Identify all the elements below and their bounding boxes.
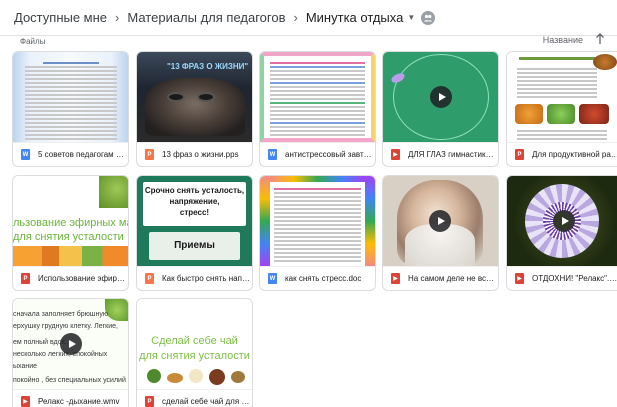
file-caption: P сделай себе чай для сн...: [137, 389, 252, 407]
file-name: Релакс -дыхание.wmv: [38, 397, 120, 406]
caret-down-icon[interactable]: ▼: [407, 13, 415, 22]
thumbnail-title: напряжение,: [169, 197, 220, 206]
file-caption: ▶ ОТДОХНИ! "Релакс".mpg: [507, 266, 617, 290]
file-name: Для продуктивной работ...: [532, 150, 617, 159]
file-thumbnail: сначала заполняет брюшную ерхушку грудну…: [13, 299, 128, 389]
file-card[interactable]: W антистрессовый завтрак...: [259, 51, 376, 167]
file-card[interactable]: W как снять стресс.doc: [259, 175, 376, 291]
thumbnail-title: Сделай себе чай: [151, 335, 238, 347]
word-doc-icon: W: [268, 149, 277, 160]
video-file-icon: ▶: [515, 273, 524, 284]
thumbnail-title: льзование эфирных масел: [13, 217, 128, 229]
file-thumbnail: [260, 176, 375, 266]
file-thumbnail: Сделай себе чай для снятия усталости: [137, 299, 252, 389]
file-caption: ▶ ДЛЯ ГЛАЗ гимнастика по...: [383, 142, 498, 166]
breadcrumb: Доступные мне › Материалы для педагогов …: [0, 0, 617, 36]
thumbnail-text: ыхание: [13, 363, 38, 370]
sort-arrow-icon[interactable]: [595, 33, 605, 45]
video-file-icon: ▶: [391, 273, 400, 284]
thumbnail-title: стресс!: [179, 208, 210, 217]
thumbnail-subtitle: для снятия усталости: [13, 231, 124, 243]
file-caption: W 5 советов педагогам по у...: [13, 142, 128, 166]
file-thumbnail: [260, 52, 375, 142]
thumbnail-text: несколько легких, спокойных: [13, 351, 108, 358]
thumbnail-subtitle: для снятия усталости: [139, 350, 250, 362]
video-file-icon: ▶: [391, 149, 400, 160]
word-doc-icon: W: [21, 149, 30, 160]
file-card[interactable]: W 5 советов педагогам по у...: [12, 51, 129, 167]
word-doc-icon: W: [268, 273, 277, 284]
file-card[interactable]: "13 ФРАЗ О ЖИЗНИ" P 13 фраз о жизни.pps: [136, 51, 253, 167]
file-name: антистрессовый завтрак...: [285, 150, 375, 159]
file-card[interactable]: P Для продуктивной работ...: [506, 51, 617, 167]
file-name: ОТДОХНИ! "Релакс".mpg: [532, 274, 617, 283]
file-thumbnail: [507, 176, 617, 266]
sort-by-button[interactable]: Название: [543, 35, 583, 45]
file-card[interactable]: ▶ ДЛЯ ГЛАЗ гимнастика по...: [382, 51, 499, 167]
thumbnail-text: ерхушку грудную клетку. Легкие,: [13, 323, 118, 330]
breadcrumb-parent[interactable]: Материалы для педагогов: [127, 10, 285, 25]
file-caption: ▶ Релакс -дыхание.wmv: [13, 389, 128, 407]
breadcrumb-current[interactable]: Минутка отдыха: [306, 10, 404, 25]
breadcrumb-root[interactable]: Доступные мне: [14, 10, 107, 25]
file-name: сделай себе чай для сн...: [162, 397, 252, 406]
file-name: 13 фраз о жизни.pps: [162, 150, 239, 159]
file-caption: P 13 фраз о жизни.pps: [137, 142, 252, 166]
file-thumbnail: [383, 52, 498, 142]
pdf-file-icon: P: [21, 273, 30, 284]
file-name: Как быстро снять напря...: [162, 274, 252, 283]
thumbnail-text: покойно , без специальных усилий: [13, 377, 126, 384]
pdf-file-icon: P: [145, 396, 154, 407]
thumbnail-text: ем полный вдох,: [13, 339, 68, 346]
file-caption: W антистрессовый завтрак...: [260, 142, 375, 166]
chevron-right-icon: ›: [293, 10, 298, 25]
file-thumbnail: [13, 52, 128, 142]
file-name: На самом деле не все та...: [408, 274, 498, 283]
file-name: 5 советов педагогам по у...: [38, 150, 128, 159]
file-card[interactable]: Срочно снять усталость, напряжение, стре…: [136, 175, 253, 291]
file-caption: P Как быстро снять напря...: [137, 266, 252, 290]
file-caption: P Для продуктивной работ...: [507, 142, 617, 166]
file-name: Использование эфирных...: [38, 274, 128, 283]
file-card[interactable]: Сделай себе чай для снятия усталости P с…: [136, 298, 253, 407]
thumbnail-title: Срочно снять усталость,: [144, 186, 245, 195]
file-caption: P Использование эфирных...: [13, 266, 128, 290]
file-name: ДЛЯ ГЛАЗ гимнастика по...: [408, 150, 498, 159]
file-card[interactable]: льзование эфирных масел для снятия устал…: [12, 175, 129, 291]
play-icon[interactable]: [60, 333, 82, 355]
play-icon[interactable]: [429, 210, 451, 232]
file-name: как снять стресс.doc: [285, 274, 362, 283]
shared-folder-icon: [421, 10, 436, 25]
video-file-icon: ▶: [21, 396, 30, 407]
file-caption: W как снять стресс.doc: [260, 266, 375, 290]
powerpoint-icon: P: [145, 273, 154, 284]
play-icon[interactable]: [430, 86, 452, 108]
file-thumbnail: [507, 52, 617, 142]
file-thumbnail: [383, 176, 498, 266]
file-card[interactable]: сначала заполняет брюшную ерхушку грудну…: [12, 298, 129, 407]
files-section-label: Файлы: [20, 37, 46, 46]
file-card[interactable]: ▶ ОТДОХНИ! "Релакс".mpg: [506, 175, 617, 291]
file-thumbnail: "13 ФРАЗ О ЖИЗНИ": [137, 52, 252, 142]
play-icon[interactable]: [553, 210, 575, 232]
thumbnail-text: сначала заполняет брюшную: [13, 311, 109, 318]
file-caption: ▶ На самом деле не все та...: [383, 266, 498, 290]
file-card[interactable]: ▶ На самом деле не все та...: [382, 175, 499, 291]
chevron-right-icon: ›: [115, 10, 120, 25]
thumbnail-button-label: Приемы: [174, 240, 215, 251]
pdf-file-icon: P: [515, 149, 524, 160]
powerpoint-icon: P: [145, 149, 154, 160]
file-thumbnail: Срочно снять усталость, напряжение, стре…: [137, 176, 252, 266]
thumbnail-title: "13 ФРАЗ О ЖИЗНИ": [167, 62, 249, 71]
file-thumbnail: льзование эфирных масел для снятия устал…: [13, 176, 128, 266]
